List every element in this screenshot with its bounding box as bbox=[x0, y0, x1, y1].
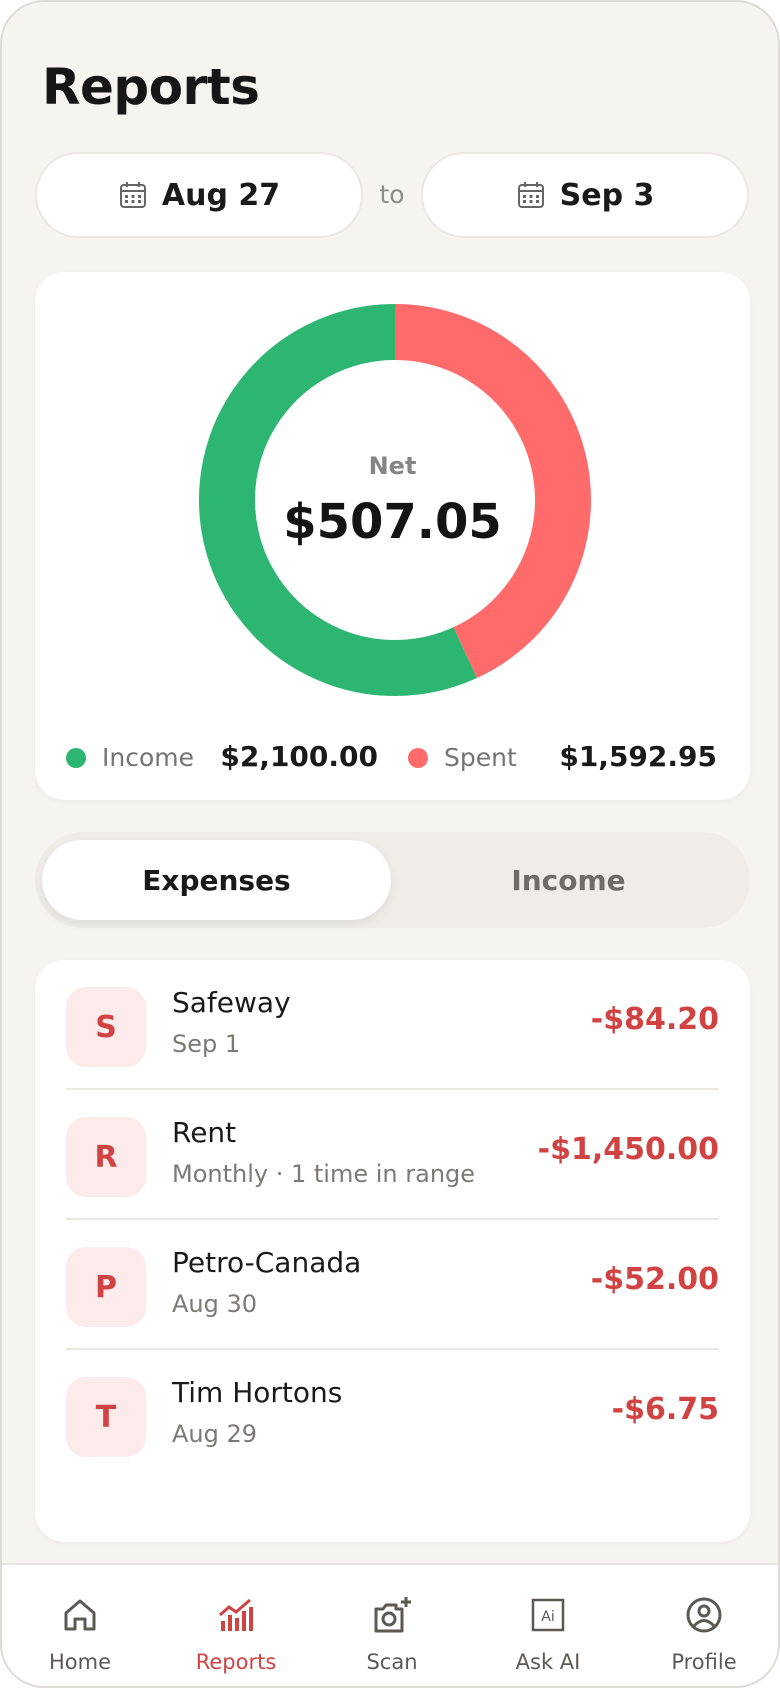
net-value: $507.05 bbox=[283, 494, 502, 550]
svg-text:Ai: Ai bbox=[541, 1609, 554, 1625]
avatar: P bbox=[66, 1247, 146, 1327]
chart-legend: Income $2,100.00 Spent $1,592.95 bbox=[35, 732, 750, 782]
transaction-amount: -$52.00 bbox=[590, 1262, 719, 1297]
avatar: T bbox=[66, 1377, 146, 1457]
start-date-label: Aug 27 bbox=[161, 177, 281, 213]
page-title: Reports bbox=[42, 58, 260, 116]
income-legend-label: Income bbox=[102, 743, 194, 772]
bottom-tab-bar: Home Reports Scan Ai Ask AI Profile bbox=[2, 1563, 778, 1686]
income-legend-dot bbox=[66, 748, 86, 768]
income-total: $2,100.00 bbox=[220, 740, 378, 773]
tab-home[interactable]: Home bbox=[2, 1565, 158, 1686]
tab-profile[interactable]: Profile bbox=[626, 1565, 778, 1686]
transaction-date: Sep 1 bbox=[172, 1030, 241, 1058]
list-item[interactable]: P Petro-Canada Aug 30 -$52.00 bbox=[66, 1220, 719, 1350]
calendar-icon bbox=[517, 182, 544, 208]
tab-profile-label: Profile bbox=[671, 1650, 737, 1674]
start-date-button[interactable]: Aug 27 bbox=[35, 152, 363, 238]
tab-scan[interactable]: Scan bbox=[314, 1565, 470, 1686]
transaction-name: Petro-Canada bbox=[172, 1246, 362, 1279]
spent-legend-label: Spent bbox=[444, 743, 517, 772]
list-item[interactable]: R Rent Monthly · 1 time in range -$1,450… bbox=[66, 1090, 719, 1220]
transaction-name: Rent bbox=[172, 1116, 237, 1149]
spent-legend-dot bbox=[408, 748, 428, 768]
summary-card: Net $507.05 Income $2,100.00 Spent $1,59… bbox=[35, 272, 750, 800]
end-date-button[interactable]: Sep 3 bbox=[421, 152, 749, 238]
home-icon bbox=[64, 1599, 96, 1631]
transaction-date: Aug 29 bbox=[172, 1420, 258, 1448]
transaction-date: Aug 30 bbox=[172, 1290, 258, 1318]
transaction-name: Safeway bbox=[172, 986, 291, 1019]
profile-icon bbox=[686, 1597, 722, 1633]
tab-income[interactable]: Income bbox=[394, 840, 743, 920]
transactions-list: S Safeway Sep 1 -$84.20 R Rent Monthly ·… bbox=[35, 960, 750, 1542]
spent-total: $1,592.95 bbox=[559, 740, 717, 773]
phone-screen: Reports Aug 27 to Sep 3 Net $507.05 Inco… bbox=[0, 0, 780, 1688]
expense-income-toggle: Expenses Income bbox=[35, 832, 750, 928]
tab-ask-ai-label: Ask AI bbox=[515, 1650, 581, 1674]
chart-icon bbox=[219, 1598, 253, 1631]
tab-home-label: Home bbox=[48, 1650, 111, 1674]
avatar: R bbox=[66, 1117, 146, 1197]
avatar: S bbox=[66, 987, 146, 1067]
list-item[interactable]: T Tim Hortons Aug 29 -$6.75 bbox=[66, 1350, 719, 1480]
ai-icon: Ai bbox=[531, 1598, 565, 1632]
donut-slice-spent bbox=[394, 304, 591, 679]
transaction-amount: -$1,450.00 bbox=[537, 1132, 719, 1167]
camera-plus-icon bbox=[374, 1597, 411, 1633]
transaction-amount: -$6.75 bbox=[611, 1392, 719, 1427]
net-label: Net bbox=[368, 452, 417, 480]
transaction-amount: -$84.20 bbox=[590, 1002, 719, 1037]
tab-scan-label: Scan bbox=[366, 1650, 418, 1674]
tab-reports[interactable]: Reports bbox=[158, 1565, 314, 1686]
list-item[interactable]: S Safeway Sep 1 -$84.20 bbox=[66, 960, 719, 1090]
tab-reports-label: Reports bbox=[195, 1650, 277, 1674]
tab-ask-ai[interactable]: Ai Ask AI bbox=[470, 1565, 626, 1686]
transaction-date: Monthly · 1 time in range bbox=[172, 1160, 476, 1188]
date-range-separator: to bbox=[379, 180, 405, 209]
calendar-icon bbox=[119, 182, 146, 208]
transaction-name: Tim Hortons bbox=[172, 1376, 343, 1409]
tab-expenses[interactable]: Expenses bbox=[42, 840, 391, 920]
end-date-label: Sep 3 bbox=[559, 177, 655, 213]
